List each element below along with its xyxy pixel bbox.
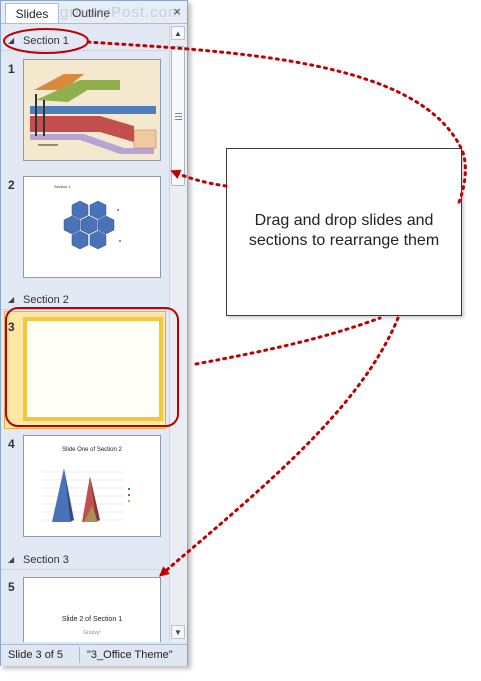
vertical-scrollbar[interactable]: ▲ ▼ [169, 24, 187, 642]
slide-title: Slide 2 of Section 1 [61, 616, 123, 623]
slide-thumbnail-2[interactable]: Section 1 [23, 176, 161, 278]
collapse-triangle-icon[interactable]: ◢ [8, 32, 14, 50]
slide-number: 4 [8, 437, 15, 451]
tab-slides[interactable]: Slides [5, 3, 59, 23]
status-bar: Slide 3 of 5 "3_Office Theme" [1, 644, 187, 666]
slide-number: 1 [8, 62, 15, 76]
hexagon-cluster [63, 200, 121, 250]
slide-position-text: Slide 3 of 5 [8, 649, 64, 661]
slide-thumbnail-1[interactable] [23, 59, 161, 161]
slide-thumbnail-3[interactable] [23, 317, 163, 421]
grip-line [175, 116, 182, 117]
arrow-to-section3 [158, 316, 400, 577]
theme-name[interactable]: "3_Office Theme" [87, 649, 173, 661]
slide-title: Section 1 [54, 184, 71, 189]
scroll-down-arrow-icon[interactable]: ▼ [171, 625, 185, 639]
slide-number: 2 [8, 178, 15, 192]
slide-thumbnail-4[interactable]: Slide One of Section 2 [23, 435, 161, 537]
slide-list: ◢ Section 1 1 2 Section 1 ◢ Section 2 3 … [1, 24, 169, 642]
collapse-triangle-icon[interactable]: ◢ [8, 291, 14, 309]
grip-line [175, 119, 182, 120]
slide-thumbnail-5[interactable]: Slide 2 of Section 1 Groovy! [23, 577, 161, 642]
collapse-triangle-icon[interactable]: ◢ [8, 551, 14, 569]
grip-line [175, 113, 182, 114]
section-header-2[interactable]: ◢ Section 2 [1, 291, 169, 310]
annotation-callout: Drag and drop slides and sections to rea… [226, 148, 462, 316]
section-label: Section 3 [23, 554, 69, 566]
section-header-1[interactable]: ◢ Section 1 [1, 32, 169, 51]
watermark: groovyPost.com [60, 4, 182, 21]
dotted-connector-slide3 [194, 316, 382, 366]
section-label: Section 2 [23, 294, 69, 306]
slides-pane: Slides Outline × ◢ Section 1 1 2 Section… [0, 0, 188, 666]
status-divider [79, 647, 80, 663]
slide-subtitle: Groovy! [83, 630, 101, 636]
callout-text: Drag and drop slides and sections to rea… [248, 212, 440, 249]
scroll-up-arrow-icon[interactable]: ▲ [171, 26, 185, 40]
slide-number: 5 [8, 580, 15, 594]
slide-number: 3 [8, 320, 15, 334]
section-header-3[interactable]: ◢ Section 3 [1, 551, 169, 570]
slide-1-diagram [24, 60, 160, 160]
section-label: Section 1 [23, 35, 69, 47]
scrollbar-thumb[interactable] [171, 46, 185, 186]
slide-title: Slide One of Section 2 [62, 447, 122, 453]
